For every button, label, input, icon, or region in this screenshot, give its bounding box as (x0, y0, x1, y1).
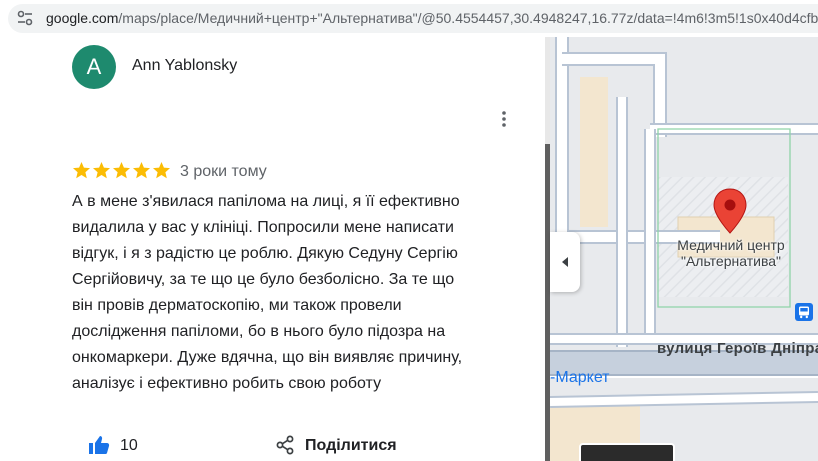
review-line: Сергійовичу, за те що це було безболісно… (72, 271, 455, 288)
star-icon (73, 162, 90, 179)
review-line: онкомаркери. Дуже вдячна, що він виявляє… (72, 349, 463, 366)
collapse-panel-button[interactable] (550, 232, 580, 292)
address-bar: google.com/maps/place/Медичний+центр+"Ал… (0, 0, 818, 37)
url-text[interactable]: google.com/maps/place/Медичний+центр+"Ал… (46, 10, 818, 26)
place-label[interactable]: Медичний центр "Альтернатива" (658, 237, 804, 269)
star-icon (113, 162, 130, 179)
review-line: А в мене з'явилася папілома на лиці, я ї… (72, 193, 460, 210)
review-line: аналізує і ефективно робить свою роботу (72, 375, 382, 392)
review-text: А в мене з'явилася папілома на лиці, я ї… (72, 189, 532, 397)
url-path: /maps/place/Медичний+центр+"Альтернатива… (118, 10, 818, 26)
review-date: 3 роки тому (180, 163, 267, 180)
review-line: дослідження папіломи, бо в нього було пі… (72, 323, 446, 340)
chevron-left-icon (562, 257, 568, 267)
star-icon (153, 162, 170, 179)
more-vert-icon[interactable] (496, 109, 512, 129)
tune-icon[interactable] (16, 9, 34, 27)
review-line: видалила у вас у клініці. Попросили мене… (72, 219, 454, 236)
map-pin-icon[interactable] (711, 187, 749, 235)
star-icon (133, 162, 150, 179)
like-count[interactable]: 10 (120, 437, 138, 455)
street-label: вулиця Героїв Дніпра (657, 340, 818, 357)
url-host: google.com (46, 10, 119, 26)
share-icon[interactable] (275, 435, 295, 455)
review-line: він провів дерматоскопію, ми також прове… (72, 297, 402, 314)
star-rating (72, 161, 171, 180)
star-icon (93, 162, 110, 179)
place-name-line: Медичний центр (677, 237, 785, 253)
thumb-up-icon[interactable] (88, 435, 110, 455)
author-name[interactable]: Ann Yablonsky (132, 57, 237, 75)
bus-stop-icon[interactable] (795, 303, 813, 321)
place-name-line: "Альтернатива" (681, 253, 781, 269)
share-button[interactable]: Поділитися (305, 437, 397, 455)
avatar[interactable]: A (72, 45, 116, 89)
review-line: відгук, і я з радістю це роблю. Дякую Се… (72, 245, 458, 262)
review-panel: A Ann Yablonsky 3 роки тому А в мене з'я… (0, 37, 545, 461)
street-view-thumbnail[interactable] (579, 443, 675, 461)
market-label[interactable]: -Маркет (550, 369, 610, 387)
